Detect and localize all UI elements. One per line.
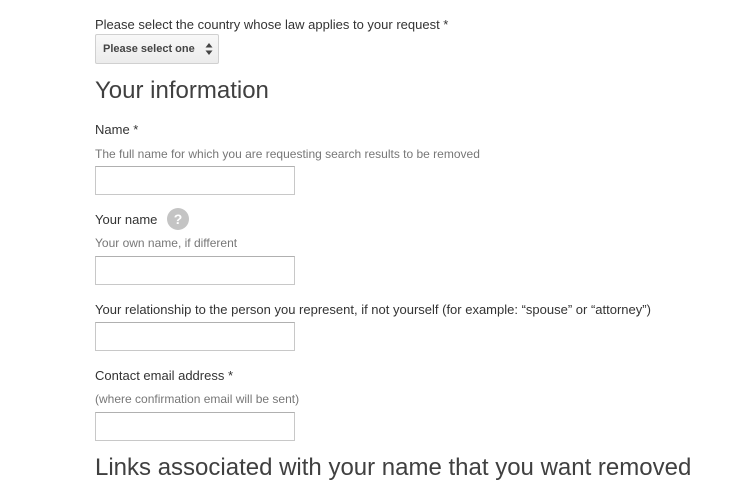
- name-hint: The full name for which you are requesti…: [95, 147, 480, 161]
- country-select[interactable]: Please select one: [95, 34, 219, 64]
- relationship-label: Your relationship to the person you repr…: [95, 302, 651, 317]
- help-icon[interactable]: ?: [167, 208, 189, 230]
- your-name-hint: Your own name, if different: [95, 236, 238, 250]
- your-name-input[interactable]: [95, 256, 295, 285]
- email-input[interactable]: [95, 412, 295, 441]
- name-label: Name *: [95, 122, 139, 137]
- email-hint: (where confirmation email will be sent): [95, 392, 300, 406]
- your-name-label: Your name: [95, 212, 158, 227]
- name-input[interactable]: [95, 166, 295, 195]
- your-information-heading: Your information: [95, 77, 269, 104]
- links-section-heading: Links associated with your name that you…: [95, 454, 692, 481]
- up-down-arrows-icon: [205, 43, 213, 55]
- country-select-value: Please select one: [103, 43, 195, 55]
- email-label: Contact email address *: [95, 368, 234, 383]
- relationship-input[interactable]: [95, 322, 295, 351]
- country-label: Please select the country whose law appl…: [95, 17, 449, 32]
